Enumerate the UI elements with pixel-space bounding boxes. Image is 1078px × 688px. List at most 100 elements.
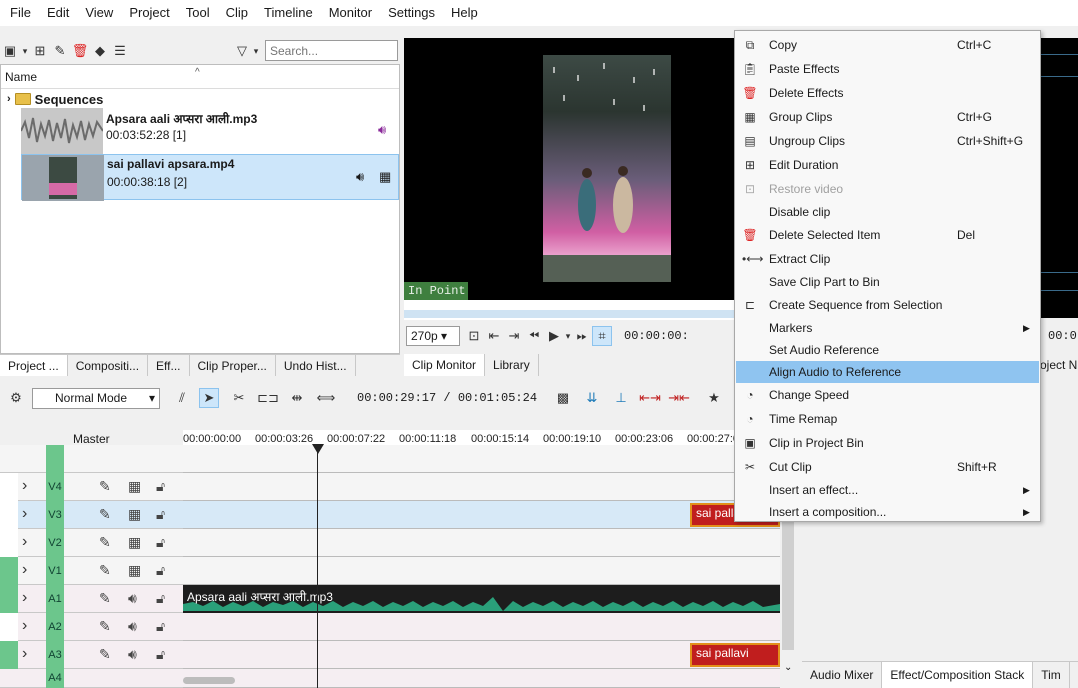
razor-tool-icon[interactable]: ✂ — [229, 388, 249, 408]
menu-settings[interactable]: Settings — [380, 0, 443, 26]
track-header-a2[interactable]: › A2 ✎ 🔊︎ 🔓︎ — [0, 613, 183, 641]
menu-item-save-clip-part[interactable]: Save Clip Part to Bin — [736, 271, 1039, 293]
track-body-a3[interactable]: sai pallavi apsara — [183, 641, 780, 669]
effects-icon[interactable]: ✎ — [99, 590, 111, 607]
fit-icon[interactable]: ⊡ — [464, 326, 484, 346]
menu-item-clip-in-bin[interactable]: ▣ Clip in Project Bin — [736, 432, 1039, 454]
menu-item-change-speed[interactable]: ◔ Change Speed — [736, 384, 1039, 406]
track-tag[interactable]: A1 — [46, 585, 64, 613]
menu-item-disable-clip[interactable]: Disable clip — [736, 201, 1039, 223]
spacer-tool-icon[interactable]: ⊏⊐ — [257, 388, 279, 408]
speaker-icon[interactable]: 🔊︎ — [128, 590, 137, 607]
insert-icon[interactable]: ⇊ — [582, 388, 602, 408]
menu-monitor[interactable]: Monitor — [321, 0, 380, 26]
tab-clip-properties[interactable]: Clip Proper... — [189, 355, 276, 376]
properties-icon[interactable]: ✎ — [50, 41, 70, 61]
tab-compositions[interactable]: Compositi... — [67, 355, 149, 376]
split-view-icon[interactable]: ▩ — [553, 388, 573, 408]
track-body-v3[interactable]: sai pallav — [183, 501, 780, 529]
track-tag[interactable]: V2 — [46, 529, 64, 557]
track-header-v1[interactable]: › V1 ✎ ▦ 🔓︎ — [0, 557, 183, 585]
expand-icon[interactable]: › — [22, 561, 27, 579]
timeline-horizontal-scrollbar[interactable] — [183, 677, 235, 684]
track-tag[interactable]: A4 — [46, 669, 64, 688]
menu-item-restore-video[interactable]: ⊡ Restore video — [736, 178, 1039, 200]
tag-icon[interactable]: ◆ — [90, 41, 110, 61]
menu-item-paste-effects[interactable]: 📋︎ Paste Effects — [736, 58, 1039, 80]
bin-clip-audio[interactable]: Apsara aali अप्सरा आली.mp3 00:03:52:28 [… — [21, 108, 399, 154]
track-header-v4[interactable]: › V4 ✎ ▦ 🔓︎ — [0, 473, 183, 501]
filter-icon[interactable]: ▽ — [232, 41, 252, 61]
playhead-marker[interactable] — [312, 444, 324, 454]
menu-item-create-sequence[interactable]: ⊏ Create Sequence from Selection — [736, 294, 1039, 316]
project-monitor-view[interactable] — [1041, 38, 1078, 318]
expand-icon[interactable]: › — [22, 533, 27, 551]
track-tag[interactable]: A2 — [46, 613, 64, 641]
track-body-v4[interactable] — [183, 473, 780, 501]
play-dropdown-icon[interactable]: ▾ — [564, 326, 572, 346]
lift-icon[interactable]: ⇤⇥ — [639, 388, 661, 408]
tab-effect-stack[interactable]: Effect/Composition Stack — [882, 662, 1034, 688]
film-icon[interactable]: ▦ — [379, 169, 391, 185]
speaker-icon[interactable]: 🔊︎ — [356, 169, 364, 185]
project-monitor-timecode[interactable]: 00:0 — [1048, 329, 1077, 343]
menu-tool[interactable]: Tool — [178, 0, 218, 26]
crop-icon[interactable]: ⌗ — [592, 326, 612, 346]
speaker-icon[interactable]: 🔊︎ — [128, 618, 137, 635]
menu-icon[interactable]: ☰ — [110, 41, 130, 61]
track-body-v1[interactable] — [183, 557, 780, 585]
timeline-timecode[interactable]: 00:00:29:17 / 00:01:05:24 — [357, 391, 537, 405]
menu-item-ungroup-clips[interactable]: ▤ Ungroup Clips Ctrl+Shift+G — [736, 130, 1039, 152]
slip-tool-icon[interactable]: ⟺ — [316, 388, 336, 408]
menu-item-group-clips[interactable]: ▦ Group Clips Ctrl+G — [736, 106, 1039, 128]
menu-item-set-audio-reference[interactable]: Set Audio Reference — [736, 339, 1039, 361]
menu-item-copy[interactable]: ⧉ Copy Ctrl+C — [736, 34, 1039, 56]
track-tag[interactable]: V4 — [46, 473, 64, 501]
tab-audio-mixer[interactable]: Audio Mixer — [802, 662, 883, 688]
playhead[interactable] — [317, 444, 318, 688]
menu-view[interactable]: View — [77, 0, 121, 26]
play-icon[interactable]: ▶ — [544, 326, 564, 346]
expand-icon[interactable]: › — [7, 93, 11, 105]
menu-clip[interactable]: Clip — [218, 0, 256, 26]
filter-dropdown-icon[interactable]: ▾ — [251, 41, 261, 61]
track-header-a1[interactable]: › A1 ✎ 🔊︎ 🔓︎ — [0, 585, 183, 613]
expand-icon[interactable]: › — [22, 505, 27, 523]
tab-time-remap[interactable]: Tim — [1033, 662, 1070, 688]
track-tag[interactable]: A3 — [46, 641, 64, 669]
add-clip-icon[interactable]: ▣ — [0, 41, 20, 61]
track-body-a4[interactable] — [183, 669, 780, 688]
tab-library[interactable]: Library — [485, 354, 539, 376]
trash-icon[interactable]: 🗑 — [70, 41, 90, 61]
track-header-a3[interactable]: › A3 ✎ 🔊︎ 🔓︎ — [0, 641, 183, 669]
expand-icon[interactable]: › — [22, 477, 27, 495]
menu-item-delete-selected[interactable]: 🗑 Delete Selected Item Del — [736, 224, 1039, 246]
track-tag[interactable]: V3 — [46, 501, 64, 529]
folder-sequences[interactable]: › Sequences — [1, 89, 399, 109]
ripple-tool-icon[interactable]: ⇹ — [287, 388, 307, 408]
menu-edit[interactable]: Edit — [39, 0, 77, 26]
menu-item-insert-effect[interactable]: Insert an effect... ▶ — [736, 479, 1039, 501]
track-header-partial[interactable] — [0, 445, 183, 473]
forward-icon[interactable]: ⏩︎ — [572, 326, 592, 346]
speaker-icon[interactable]: 🔊︎ — [378, 122, 386, 138]
menu-item-time-remap[interactable]: ◔ Time Remap — [736, 408, 1039, 430]
effects-icon[interactable]: ✎ — [99, 646, 111, 663]
film-icon[interactable]: ▦ — [128, 562, 141, 579]
track-header-v2[interactable]: › V2 ✎ ▦ 🔓︎ — [0, 529, 183, 557]
tab-undo-history[interactable]: Undo Hist... — [275, 355, 356, 376]
rewind-icon[interactable]: ⏪︎ — [524, 326, 544, 346]
track-header-a4[interactable]: A4 — [0, 669, 183, 688]
set-out-icon[interactable]: ⇥ — [504, 326, 524, 346]
bin-clip-video[interactable]: sai pallavi apsara.mp4 00:00:38:18 [2] 🔊… — [21, 154, 399, 201]
tab-effects[interactable]: Eff... — [148, 355, 190, 376]
expand-icon[interactable]: › — [22, 589, 27, 607]
effects-icon[interactable]: ✎ — [99, 478, 111, 495]
timeline-clip-a3[interactable]: sai pallavi apsara — [690, 643, 780, 667]
menu-item-markers[interactable]: Markers ▶ — [736, 317, 1039, 339]
lock-icon[interactable]: 🔓︎ — [156, 478, 165, 495]
expand-icon[interactable]: › — [22, 617, 27, 635]
menu-project[interactable]: Project — [121, 0, 177, 26]
menu-timeline[interactable]: Timeline — [256, 0, 321, 26]
lock-icon[interactable]: 🔓︎ — [156, 646, 165, 663]
